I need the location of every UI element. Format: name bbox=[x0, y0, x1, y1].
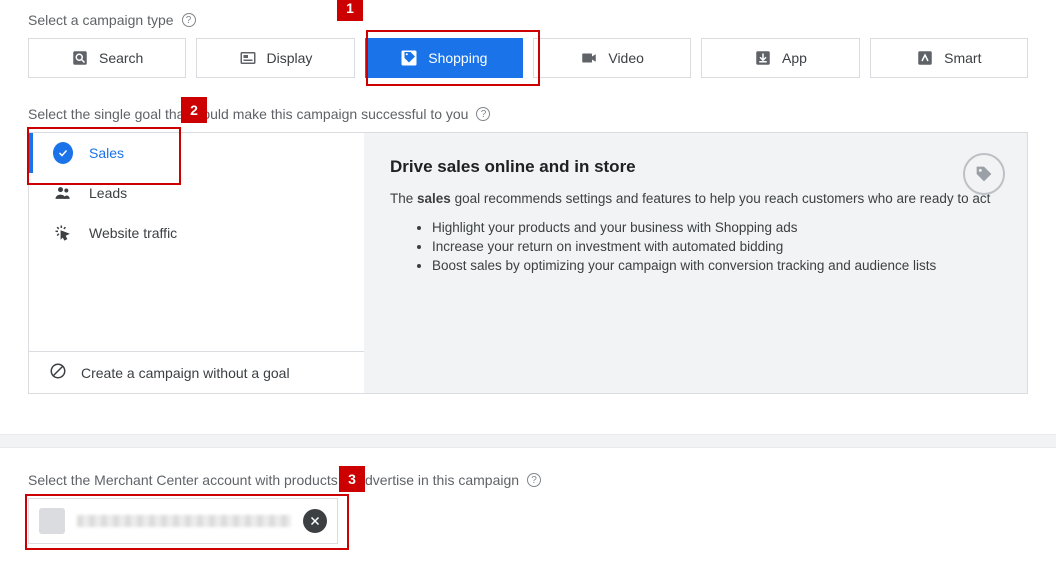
campaign-type-shopping-label: Shopping bbox=[428, 50, 487, 66]
goal-item-traffic-label: Website traffic bbox=[89, 225, 177, 241]
goal-section-label-text: Select the single goal that would make t… bbox=[28, 106, 468, 122]
section-divider bbox=[0, 434, 1056, 448]
goal-item-sales[interactable]: Sales bbox=[29, 133, 364, 173]
tag-icon bbox=[963, 153, 1005, 195]
merchant-account-name bbox=[77, 515, 291, 527]
goal-item-website-traffic[interactable]: Website traffic bbox=[29, 213, 364, 253]
app-download-icon bbox=[754, 49, 772, 67]
help-icon[interactable]: ? bbox=[182, 13, 196, 27]
campaign-type-smart[interactable]: Smart bbox=[870, 38, 1028, 78]
annotation-badge-1: 1 bbox=[337, 0, 363, 21]
help-icon[interactable]: ? bbox=[527, 473, 541, 487]
goal-item-sales-label: Sales bbox=[89, 145, 124, 161]
campaign-type-app-label: App bbox=[782, 50, 807, 66]
shopping-tag-icon bbox=[400, 49, 418, 67]
cursor-click-icon bbox=[53, 223, 73, 243]
smart-icon bbox=[916, 49, 934, 67]
campaign-type-display[interactable]: Display bbox=[196, 38, 354, 78]
campaign-type-search-label: Search bbox=[99, 50, 143, 66]
merchant-account-icon bbox=[39, 508, 65, 534]
merchant-account-selector[interactable] bbox=[28, 498, 338, 544]
goal-detail-panel: Drive sales online and in store The sale… bbox=[364, 133, 1027, 393]
merchant-section-label: Select the Merchant Center account with … bbox=[28, 472, 1028, 488]
search-icon bbox=[71, 49, 89, 67]
campaign-type-shopping[interactable]: Shopping bbox=[365, 38, 523, 78]
campaign-type-video-label: Video bbox=[608, 50, 644, 66]
display-icon bbox=[239, 49, 257, 67]
campaign-type-video[interactable]: Video bbox=[533, 38, 691, 78]
clear-merchant-button[interactable] bbox=[303, 509, 327, 533]
leads-icon bbox=[53, 183, 73, 203]
goal-section-label: Select the single goal that would make t… bbox=[28, 106, 1028, 122]
goal-detail-description: The sales goal recommends settings and f… bbox=[390, 191, 1001, 206]
create-without-goal-label: Create a campaign without a goal bbox=[81, 365, 290, 381]
video-icon bbox=[580, 49, 598, 67]
goal-detail-bullet: Increase your return on investment with … bbox=[432, 239, 1001, 254]
merchant-section-label-text: Select the Merchant Center account with … bbox=[28, 472, 519, 488]
campaign-type-label: Select a campaign type ? bbox=[28, 12, 1028, 28]
help-icon[interactable]: ? bbox=[476, 107, 490, 121]
goal-item-leads-label: Leads bbox=[89, 185, 127, 201]
goal-item-leads[interactable]: Leads bbox=[29, 173, 364, 213]
campaign-type-label-text: Select a campaign type bbox=[28, 12, 174, 28]
goal-detail-list: Highlight your products and your busines… bbox=[390, 220, 1001, 273]
create-without-goal[interactable]: Create a campaign without a goal bbox=[29, 351, 364, 393]
annotation-badge-2: 2 bbox=[181, 97, 207, 123]
goal-detail-bullet: Highlight your products and your busines… bbox=[432, 220, 1001, 235]
annotation-badge-3: 3 bbox=[339, 466, 365, 492]
goal-list: Sales Leads Website traffic Create a cam… bbox=[29, 133, 364, 393]
goal-detail-bullet: Boost sales by optimizing your campaign … bbox=[432, 258, 1001, 273]
campaign-type-display-label: Display bbox=[267, 50, 313, 66]
campaign-types-row: Search Display Shopping Video App Smart bbox=[28, 38, 1028, 78]
goal-area: Sales Leads Website traffic Create a cam… bbox=[28, 132, 1028, 394]
check-icon bbox=[53, 142, 73, 164]
campaign-type-smart-label: Smart bbox=[944, 50, 981, 66]
goal-detail-title: Drive sales online and in store bbox=[390, 157, 1001, 177]
campaign-type-app[interactable]: App bbox=[701, 38, 859, 78]
block-icon bbox=[49, 362, 67, 383]
campaign-type-search[interactable]: Search bbox=[28, 38, 186, 78]
